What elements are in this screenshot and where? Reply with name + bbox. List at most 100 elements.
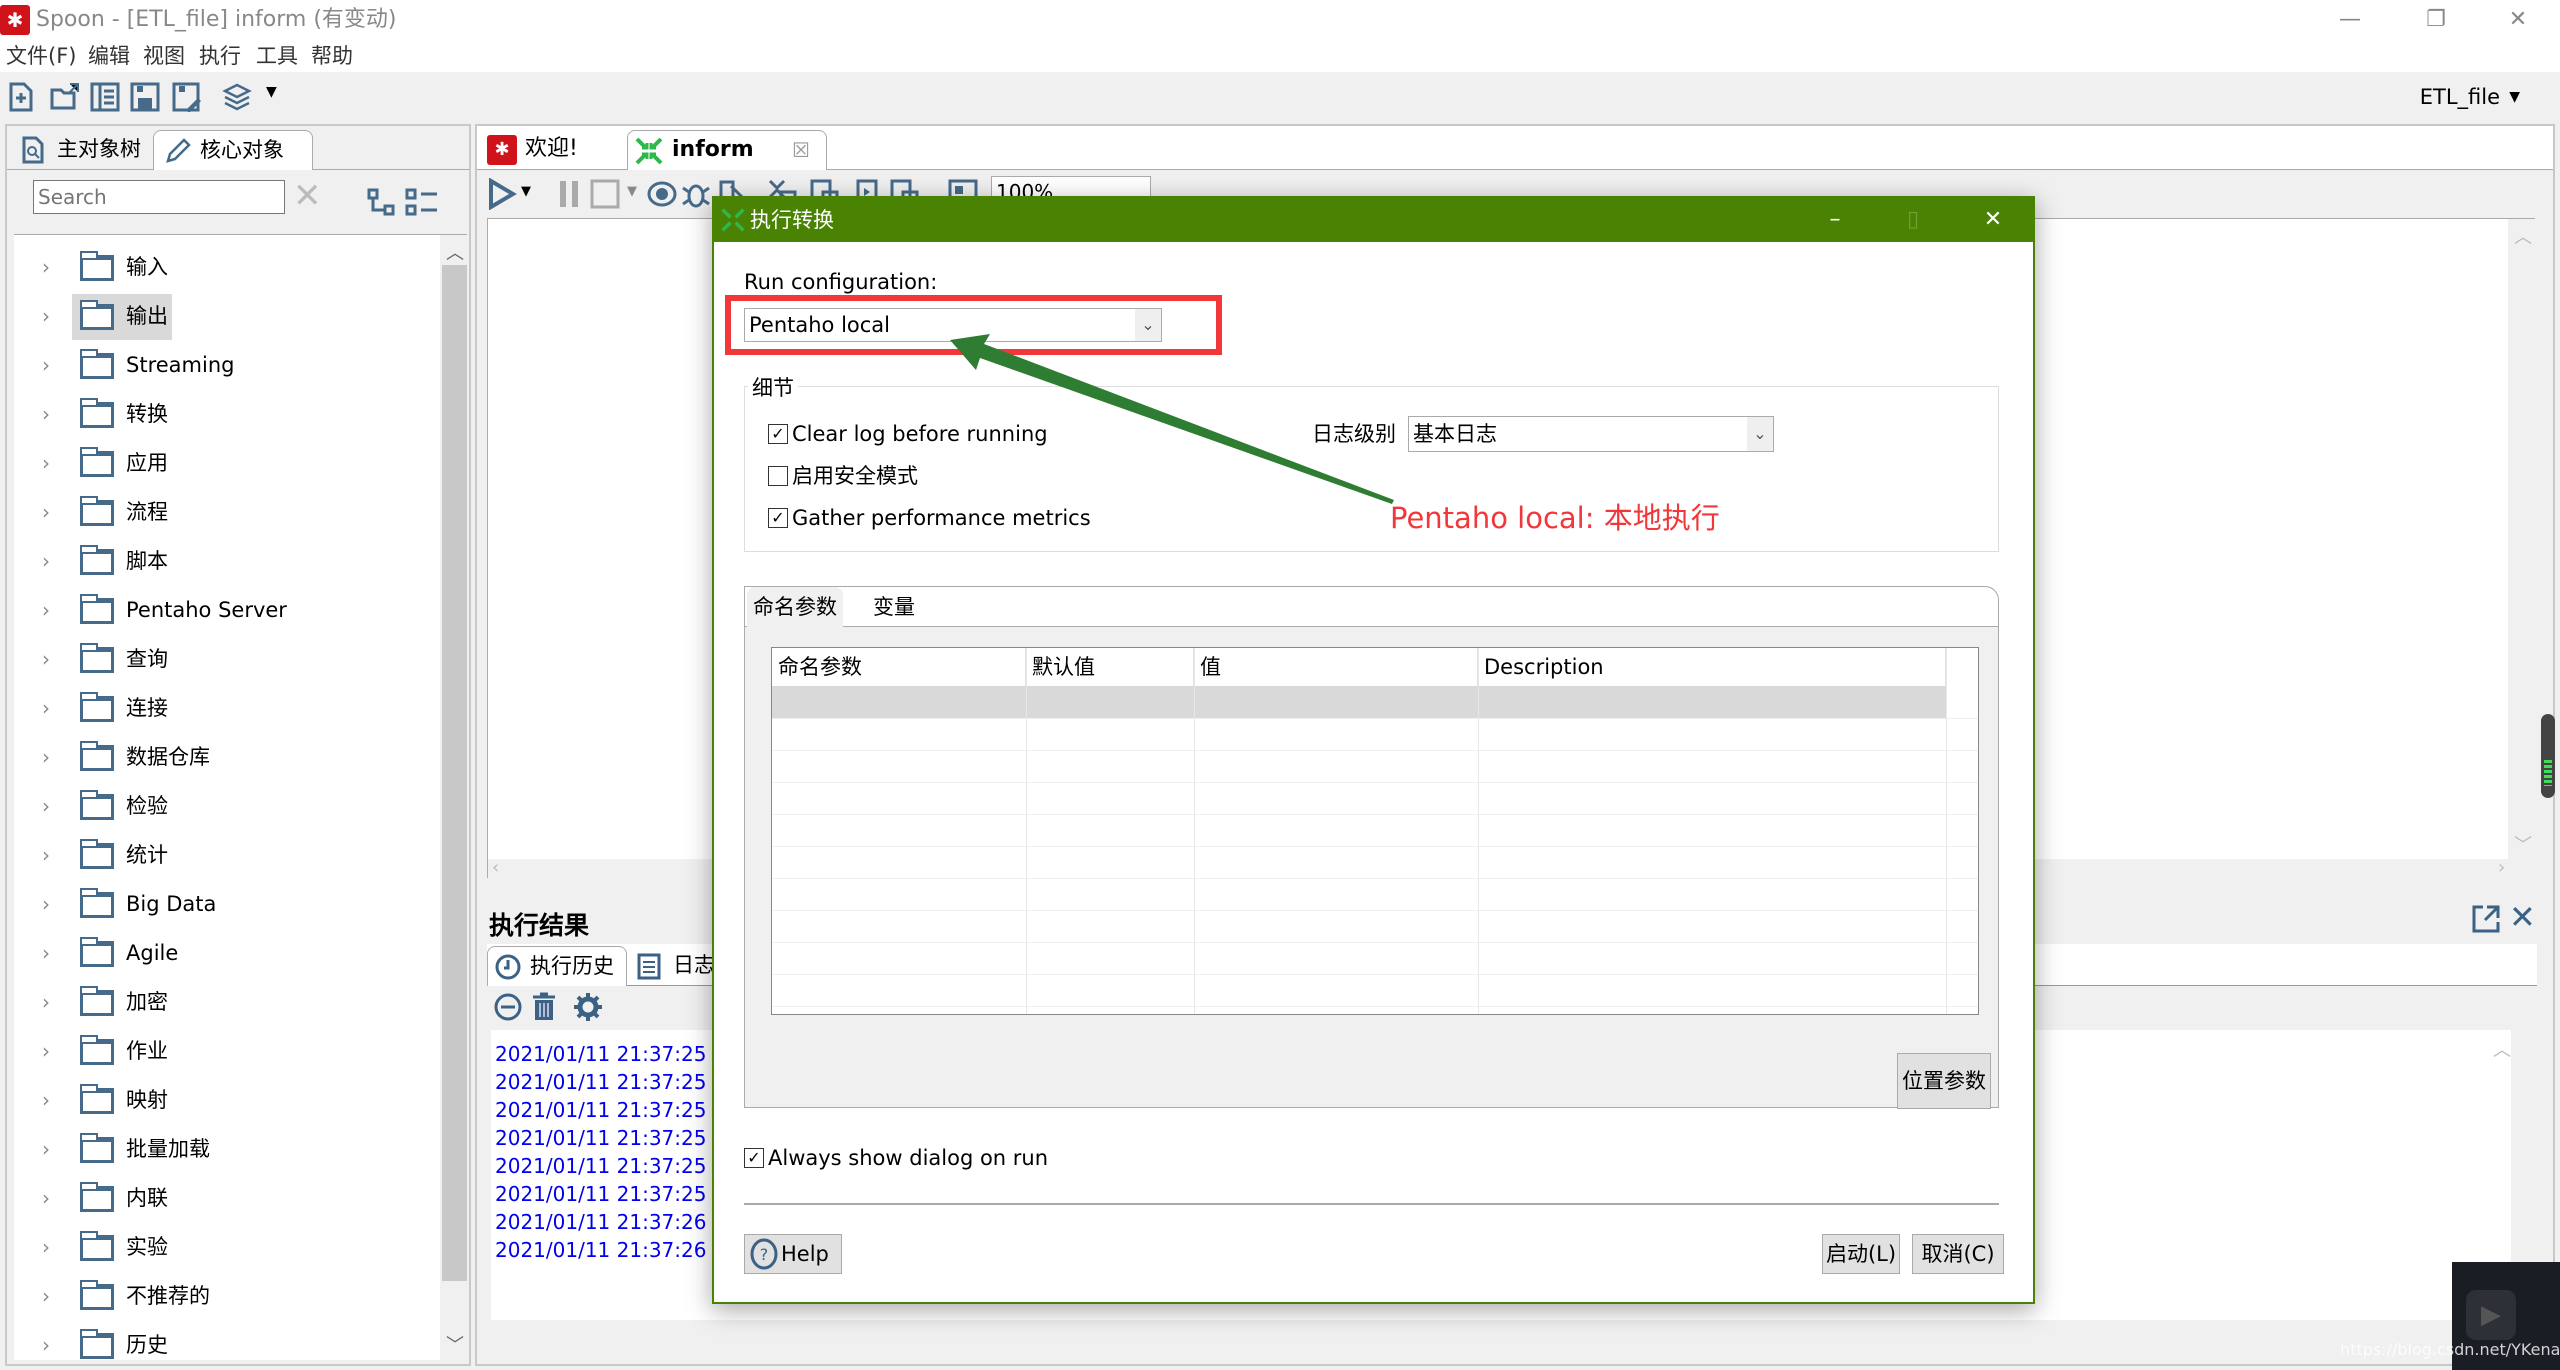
close-results-icon[interactable]: ✕	[2509, 898, 2536, 936]
close-tab-icon[interactable]: ☒	[792, 131, 810, 169]
tab-variables[interactable]: 变量	[867, 587, 921, 627]
gear-icon[interactable]	[573, 992, 603, 1022]
scroll-right-icon[interactable]: ›	[2498, 857, 2505, 878]
menu-view[interactable]: 视图	[143, 40, 185, 72]
tree-item[interactable]: › 流程	[14, 488, 434, 537]
run-configuration-select[interactable]: Pentaho local ⌄	[744, 308, 1162, 342]
chevron-right-icon[interactable]: ›	[42, 843, 50, 867]
log-line[interactable]: 2021/01/11 21:37:25 -	[495, 1124, 720, 1152]
tab-core-objects[interactable]: 核心对象	[153, 130, 313, 170]
perspective-dropdown-caret-icon[interactable]: ▼	[266, 84, 277, 100]
tree-scrollbar-thumb[interactable]	[442, 265, 467, 1281]
column-header[interactable]: 值	[1194, 648, 1478, 686]
tree-item[interactable]: › 输入	[14, 243, 434, 292]
chevron-right-icon[interactable]: ›	[42, 1235, 50, 1259]
run-icon[interactable]	[487, 178, 517, 210]
help-button[interactable]: ? Help	[744, 1234, 842, 1274]
scroll-down-icon[interactable]: ﹀	[2514, 831, 2532, 857]
dialog-close-button[interactable]: ✕	[1954, 198, 2032, 242]
scroll-up-icon[interactable]: ︿	[2493, 1036, 2511, 1062]
open-file-icon[interactable]	[50, 82, 80, 112]
tree-item[interactable]: › 实验	[14, 1223, 434, 1272]
menu-help[interactable]: 帮助	[311, 40, 353, 72]
chevron-right-icon[interactable]: ›	[42, 549, 50, 573]
menu-run[interactable]: 执行	[199, 40, 241, 72]
expand-all-icon[interactable]	[405, 188, 439, 218]
tree-item[interactable]: › 映射	[14, 1076, 434, 1125]
tree-item[interactable]: › 作业	[14, 1027, 434, 1076]
tree-item[interactable]: › 转换	[14, 390, 434, 439]
popout-icon[interactable]	[2471, 904, 2501, 934]
explore-repository-icon[interactable]	[90, 82, 120, 112]
chevron-right-icon[interactable]: ›	[42, 255, 50, 279]
stop-dropdown-caret-icon[interactable]: ▼	[627, 184, 637, 199]
tree-item[interactable]: › 应用	[14, 439, 434, 488]
menu-tools[interactable]: 工具	[256, 40, 298, 72]
column-header[interactable]: Description	[1478, 648, 1946, 686]
tab-main-object-tree[interactable]: 主对象树	[11, 130, 151, 170]
tree-scrollbar[interactable]: ︿ ﹀	[440, 235, 467, 1360]
tree-item[interactable]: › 输出	[14, 292, 434, 341]
tab-welcome[interactable]: ✱ 欢迎!	[481, 130, 621, 170]
pause-icon[interactable]	[557, 178, 583, 210]
menu-file[interactable]: 文件(F)	[6, 40, 76, 72]
start-button[interactable]: 启动(L)	[1822, 1234, 1900, 1274]
chevron-right-icon[interactable]: ›	[42, 1137, 50, 1161]
tree-item[interactable]: › Agile	[14, 929, 434, 978]
log-line[interactable]: 2021/01/11 21:37:25 -	[495, 1068, 720, 1096]
always-show-checkbox-row[interactable]: ✓ Always show dialog on run	[744, 1144, 1048, 1172]
run-dropdown-caret-icon[interactable]: ▼	[521, 184, 531, 199]
chevron-right-icon[interactable]: ›	[42, 1186, 50, 1210]
cancel-button[interactable]: 取消(C)	[1912, 1234, 2004, 1274]
tree-item[interactable]: › Big Data	[14, 880, 434, 929]
chevron-right-icon[interactable]: ›	[42, 304, 50, 328]
chevron-right-icon[interactable]: ›	[42, 1284, 50, 1308]
tree-item[interactable]: › 脚本	[14, 537, 434, 586]
save-icon[interactable]	[130, 82, 160, 112]
position-parameters-button[interactable]: 位置参数	[1897, 1053, 1991, 1109]
tree-item[interactable]: › 不推荐的	[14, 1272, 434, 1321]
chevron-right-icon[interactable]: ›	[42, 892, 50, 916]
chevron-right-icon[interactable]: ›	[42, 402, 50, 426]
tree-item[interactable]: › Streaming	[14, 341, 434, 390]
canvas-vertical-scrollbar[interactable]: ︿ ﹀	[2508, 219, 2536, 859]
always-show-checkbox[interactable]: ✓	[744, 1148, 764, 1168]
stop-icon[interactable]	[589, 178, 621, 210]
chevron-right-icon[interactable]: ›	[42, 1039, 50, 1063]
tree-item[interactable]: › Pentaho Server	[14, 586, 434, 635]
side-handle[interactable]	[2541, 714, 2555, 798]
log-line[interactable]: 2021/01/11 21:37:25 -	[495, 1096, 720, 1124]
safe-mode-checkbox-row[interactable]: 启用安全模式	[768, 462, 918, 490]
tree-item[interactable]: › 批量加载	[14, 1125, 434, 1174]
gather-metrics-checkbox-row[interactable]: ✓ Gather performance metrics	[768, 504, 1091, 532]
chevron-right-icon[interactable]: ›	[42, 353, 50, 377]
safe-mode-checkbox[interactable]	[768, 466, 788, 486]
tree-item[interactable]: › 数据仓库	[14, 733, 434, 782]
chevron-right-icon[interactable]: ›	[42, 1088, 50, 1112]
restore-button[interactable]: ❐	[2396, 0, 2476, 40]
tree-item[interactable]: › 历史	[14, 1321, 434, 1360]
chevron-right-icon[interactable]: ›	[42, 794, 50, 818]
trash-icon[interactable]	[531, 992, 557, 1022]
search-input[interactable]	[33, 180, 285, 214]
scroll-left-icon[interactable]: ‹	[492, 857, 499, 878]
save-as-icon[interactable]	[172, 82, 202, 112]
tree-item[interactable]: › 查询	[14, 635, 434, 684]
remove-icon[interactable]	[493, 992, 523, 1022]
log-line[interactable]: 2021/01/11 21:37:26 -	[495, 1208, 720, 1236]
tree-item[interactable]: › 检验	[14, 782, 434, 831]
tab-execution-history[interactable]: 执行历史	[487, 946, 627, 986]
chevron-right-icon[interactable]: ›	[42, 696, 50, 720]
tab-inform[interactable]: inform ☒	[627, 130, 827, 170]
tree-item[interactable]: › 内联	[14, 1174, 434, 1223]
column-header[interactable]: 命名参数	[772, 648, 1026, 686]
log-line[interactable]: 2021/01/11 21:37:25 -	[495, 1180, 720, 1208]
tab-named-parameters[interactable]: 命名参数	[747, 587, 843, 627]
chevron-right-icon[interactable]: ›	[42, 647, 50, 671]
clear-search-icon[interactable]: ✕	[293, 176, 322, 216]
chevron-right-icon[interactable]: ›	[42, 941, 50, 965]
chevron-right-icon[interactable]: ›	[42, 451, 50, 475]
gather-metrics-checkbox[interactable]: ✓	[768, 508, 788, 528]
dialog-minimize-button[interactable]: –	[1796, 198, 1874, 242]
chevron-right-icon[interactable]: ›	[42, 1333, 50, 1357]
